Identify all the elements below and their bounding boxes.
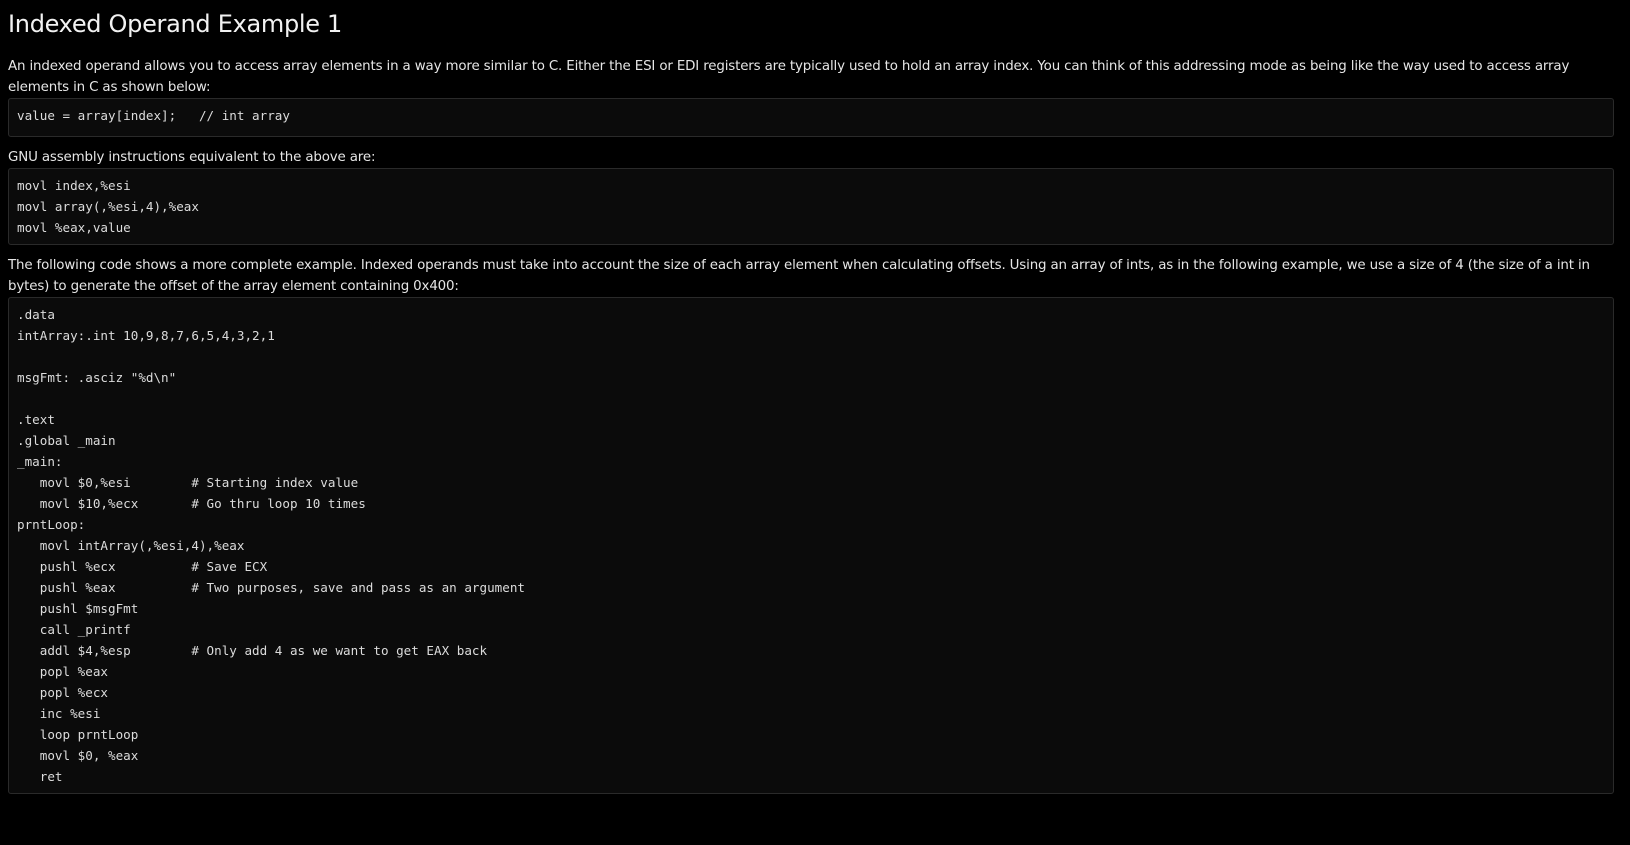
- page-title: Indexed Operand Example 1: [8, 10, 343, 38]
- complete-example-code-block: .data intArray:.int 10,9,8,7,6,5,4,3,2,1…: [8, 297, 1614, 794]
- complete-example-paragraph: The following code shows a more complete…: [8, 258, 1590, 294]
- asm-equivalent-code-block: movl index,%esi movl array(,%esi,4),%eax…: [8, 168, 1614, 245]
- gnu-paragraph: GNU assembly instructions equivalent to …: [8, 150, 376, 165]
- article: Indexed Operand Example 1 An indexed ope…: [0, 0, 1622, 794]
- intro-paragraph: An indexed operand allows you to access …: [8, 59, 1570, 95]
- c-code-block: value = array[index]; // int array: [8, 98, 1614, 137]
